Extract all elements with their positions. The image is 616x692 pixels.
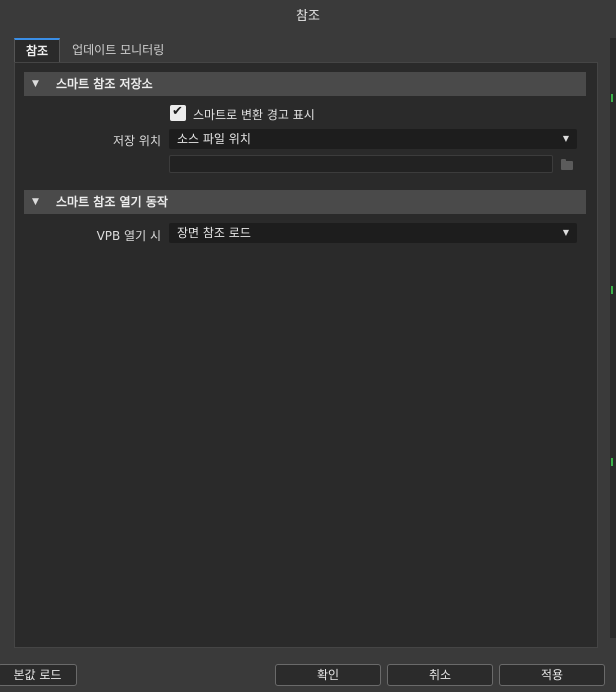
tab-bar: 참조 업데이트 모니터링 bbox=[14, 38, 176, 64]
show-warning-label: 스마트로 변환 경고 표시 bbox=[193, 108, 315, 122]
edge-indicator-tick bbox=[611, 94, 613, 102]
load-defaults-button[interactable]: 본값 로드 bbox=[0, 664, 77, 686]
vpb-open-label: VPB 열기 시 bbox=[96, 229, 161, 243]
vpb-open-dropdown[interactable]: 장면 참조 로드 ▼ bbox=[169, 223, 577, 243]
cancel-button[interactable]: 취소 bbox=[387, 664, 493, 686]
folder-icon[interactable] bbox=[561, 159, 573, 170]
section-header-smart-ref-storage[interactable]: ▼ 스마트 참조 저장소 bbox=[24, 72, 586, 96]
edge-indicator-tick bbox=[611, 286, 613, 294]
storage-path-field[interactable] bbox=[169, 155, 553, 173]
caret-down-icon: ▼ bbox=[562, 228, 569, 237]
tab-update-monitoring[interactable]: 업데이트 모니터링 bbox=[60, 38, 176, 62]
caret-down-icon: ▼ bbox=[562, 134, 569, 143]
right-edge-strip bbox=[610, 38, 616, 638]
dropdown-value: 소스 파일 위치 bbox=[177, 132, 251, 146]
tab-references[interactable]: 참조 bbox=[14, 38, 61, 64]
edge-indicator-tick bbox=[611, 458, 613, 466]
triangle-down-icon: ▼ bbox=[32, 197, 39, 207]
section-title: 스마트 참조 열기 동작 bbox=[56, 195, 168, 209]
storage-location-label: 저장 위치 bbox=[113, 134, 161, 148]
checkmark-icon: ✔ bbox=[172, 104, 183, 119]
section-title: 스마트 참조 저장소 bbox=[56, 77, 153, 91]
storage-location-dropdown[interactable]: 소스 파일 위치 ▼ bbox=[169, 129, 577, 149]
references-dialog: 참조 참조 업데이트 모니터링 ▼ 스마트 참조 저장소 ✔ 스마트로 변환 경… bbox=[0, 0, 616, 692]
ok-button[interactable]: 확인 bbox=[275, 664, 381, 686]
dropdown-value: 장면 참조 로드 bbox=[177, 226, 251, 240]
dialog-title: 참조 bbox=[296, 9, 320, 24]
section-header-smart-ref-open[interactable]: ▼ 스마트 참조 열기 동작 bbox=[24, 190, 586, 214]
apply-button[interactable]: 적용 bbox=[499, 664, 605, 686]
triangle-down-icon: ▼ bbox=[32, 79, 39, 89]
tab-content-panel: ▼ 스마트 참조 저장소 ✔ 스마트로 변환 경고 표시 저장 위치 소스 파일… bbox=[14, 62, 598, 648]
show-warning-checkbox[interactable]: ✔ bbox=[170, 104, 186, 121]
